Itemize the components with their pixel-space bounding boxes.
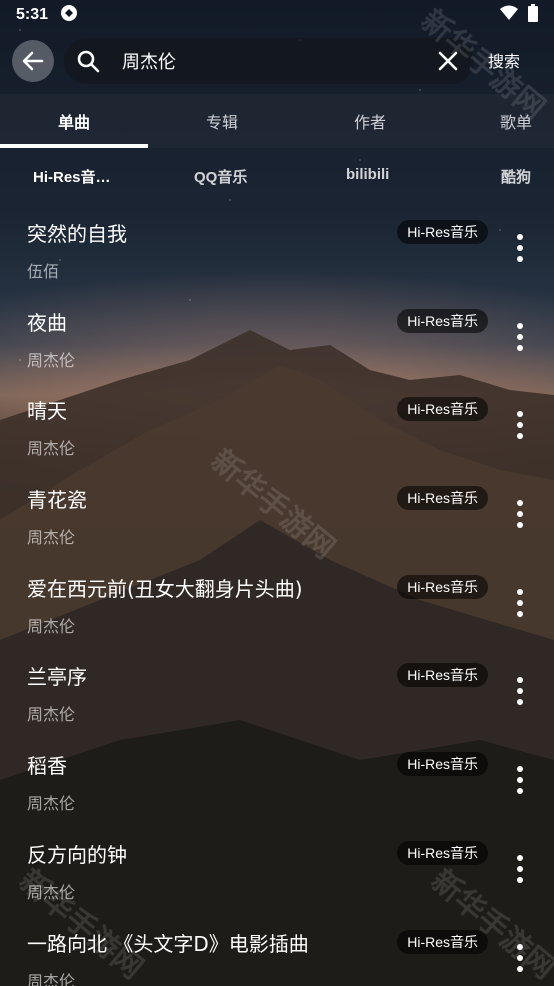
song-title: 突然的自我 <box>27 222 127 246</box>
song-artist: 周杰伦 <box>27 350 76 370</box>
tab-active-indicator <box>0 144 148 148</box>
status-time: 5:31 <box>16 6 49 23</box>
more-vertical-icon[interactable] <box>514 322 526 351</box>
close-icon[interactable] <box>438 51 458 75</box>
song-artist: 伍佰 <box>27 262 60 281</box>
more-vertical-icon[interactable] <box>514 943 526 972</box>
song-artist: 周杰伦 <box>27 794 76 814</box>
song-row[interactable]: 夜曲 周杰伦 Hi-Res音乐 <box>0 291 554 380</box>
arrow-left-icon <box>22 51 44 71</box>
tab-playlists[interactable]: 歌单 <box>444 94 554 148</box>
tab-singles[interactable]: 单曲 <box>0 94 148 148</box>
tab-bar: 单曲 专辑 作者 歌单 <box>0 94 554 148</box>
song-row[interactable]: 晴天 周杰伦 Hi-Res音乐 <box>0 379 554 468</box>
song-source-badge: Hi-Res音乐 <box>397 397 488 422</box>
source-hires[interactable]: Hi-Res音… <box>33 166 123 187</box>
song-artist: 周杰伦 <box>27 882 76 902</box>
song-source-badge: Hi-Res音乐 <box>397 752 488 777</box>
song-row[interactable]: 突然的自我 伍佰 Hi-Res音乐 <box>0 202 554 291</box>
sync-icon <box>60 4 78 27</box>
battery-icon <box>528 3 538 27</box>
search-row: 搜索 <box>0 36 554 86</box>
wifi-icon <box>500 5 518 26</box>
song-source-badge: Hi-Res音乐 <box>397 220 488 244</box>
song-row[interactable]: 稻香 周杰伦 Hi-Res音乐 <box>0 734 554 823</box>
source-filter-bar: Hi-Res音… QQ音乐 bilibili 酷狗 <box>0 150 554 202</box>
source-kugou[interactable]: 酷狗 <box>501 166 531 187</box>
source-bilibili[interactable]: bilibili <box>346 166 389 183</box>
song-title: 一路向北 《头文字D》电影插曲 <box>27 931 309 956</box>
back-button[interactable] <box>12 40 54 82</box>
tab-albums[interactable]: 专辑 <box>148 94 296 148</box>
song-artist: 周杰伦 <box>27 528 76 548</box>
more-vertical-icon[interactable] <box>514 234 526 262</box>
search-input[interactable] <box>122 46 422 76</box>
tab-artists[interactable]: 作者 <box>296 94 444 148</box>
song-title: 稻香 <box>27 754 67 779</box>
song-title: 夜曲 <box>27 310 67 335</box>
song-artist: 周杰伦 <box>27 439 76 459</box>
song-artist: 周杰伦 <box>27 705 76 725</box>
status-bar: 5:31 <box>0 0 554 30</box>
song-source-badge: Hi-Res音乐 <box>397 840 488 865</box>
song-artist: 周杰伦 <box>27 971 76 986</box>
song-title: 青花瓷 <box>27 488 87 513</box>
source-qq-music[interactable]: QQ音乐 <box>194 166 247 187</box>
song-title: 兰亭序 <box>27 665 87 690</box>
song-source-badge: Hi-Res音乐 <box>397 486 488 511</box>
song-source-badge: Hi-Res音乐 <box>397 574 488 599</box>
song-title: 反方向的钟 <box>27 842 127 867</box>
song-list: 突然的自我 伍佰 Hi-Res音乐 夜曲 周杰伦 Hi-Res音乐 晴天 周杰伦… <box>0 202 554 986</box>
more-vertical-icon[interactable] <box>514 766 526 795</box>
song-source-badge: Hi-Res音乐 <box>397 929 488 954</box>
more-vertical-icon[interactable] <box>514 500 526 529</box>
more-vertical-icon[interactable] <box>514 411 526 440</box>
more-vertical-icon[interactable] <box>514 677 526 706</box>
song-row[interactable]: 青花瓷 周杰伦 Hi-Res音乐 <box>0 468 554 557</box>
more-vertical-icon[interactable] <box>514 854 526 883</box>
song-row[interactable]: 兰亭序 周杰伦 Hi-Res音乐 <box>0 645 554 734</box>
song-row[interactable]: 反方向的钟 周杰伦 Hi-Res音乐 <box>0 823 554 912</box>
song-source-badge: Hi-Res音乐 <box>397 663 488 688</box>
more-vertical-icon[interactable] <box>514 588 526 617</box>
song-row[interactable]: 一路向北 《头文字D》电影插曲 周杰伦 Hi-Res音乐 <box>0 912 554 986</box>
song-row[interactable]: 爱在西元前(丑女大翻身片头曲) 周杰伦 Hi-Res音乐 <box>0 557 554 646</box>
song-artist: 周杰伦 <box>27 616 76 636</box>
song-title: 晴天 <box>27 399 67 424</box>
song-title: 爱在西元前(丑女大翻身片头曲) <box>27 576 303 601</box>
search-box <box>64 38 474 84</box>
song-source-badge: Hi-Res音乐 <box>397 308 488 333</box>
search-submit-button[interactable]: 搜索 <box>488 48 520 72</box>
search-icon <box>76 49 100 77</box>
